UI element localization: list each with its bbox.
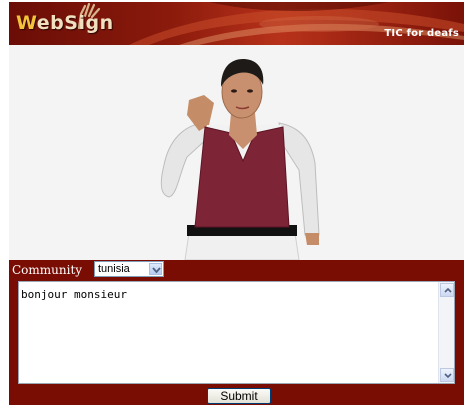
header-banner: WebSign TIC for deafs <box>9 2 464 45</box>
scroll-down-button[interactable] <box>440 368 454 382</box>
sentence-textarea[interactable]: bonjour monsieur <box>18 281 455 384</box>
dropdown-button[interactable] <box>149 263 162 275</box>
logo-text: ebSign <box>36 12 114 34</box>
community-label: Community <box>12 263 83 277</box>
community-selected-value: tunisia <box>98 263 130 275</box>
signing-avatar <box>160 59 320 260</box>
chevron-down-icon <box>152 267 161 273</box>
scroll-up-button[interactable] <box>440 283 454 297</box>
logo-letter-w: W <box>16 12 37 34</box>
community-select[interactable]: tunisia <box>94 261 164 277</box>
textarea-value: bonjour monsieur <box>21 288 127 301</box>
textarea-scrollbar[interactable] <box>438 282 454 383</box>
text-area-panel: bonjour monsieur <box>9 279 464 386</box>
submit-button[interactable]: Submit <box>207 388 271 404</box>
community-bar: Community tunisia <box>9 260 464 279</box>
tagline: TIC for deafs <box>384 28 459 39</box>
websign-logo: WebSign <box>16 12 114 34</box>
avatar-viewport <box>9 45 464 260</box>
submit-bar: Submit <box>9 386 464 405</box>
chevron-down-icon <box>444 373 452 378</box>
websign-app: WebSign TIC for deafs Community tunisia … <box>9 2 464 405</box>
chevron-up-icon <box>444 288 452 293</box>
